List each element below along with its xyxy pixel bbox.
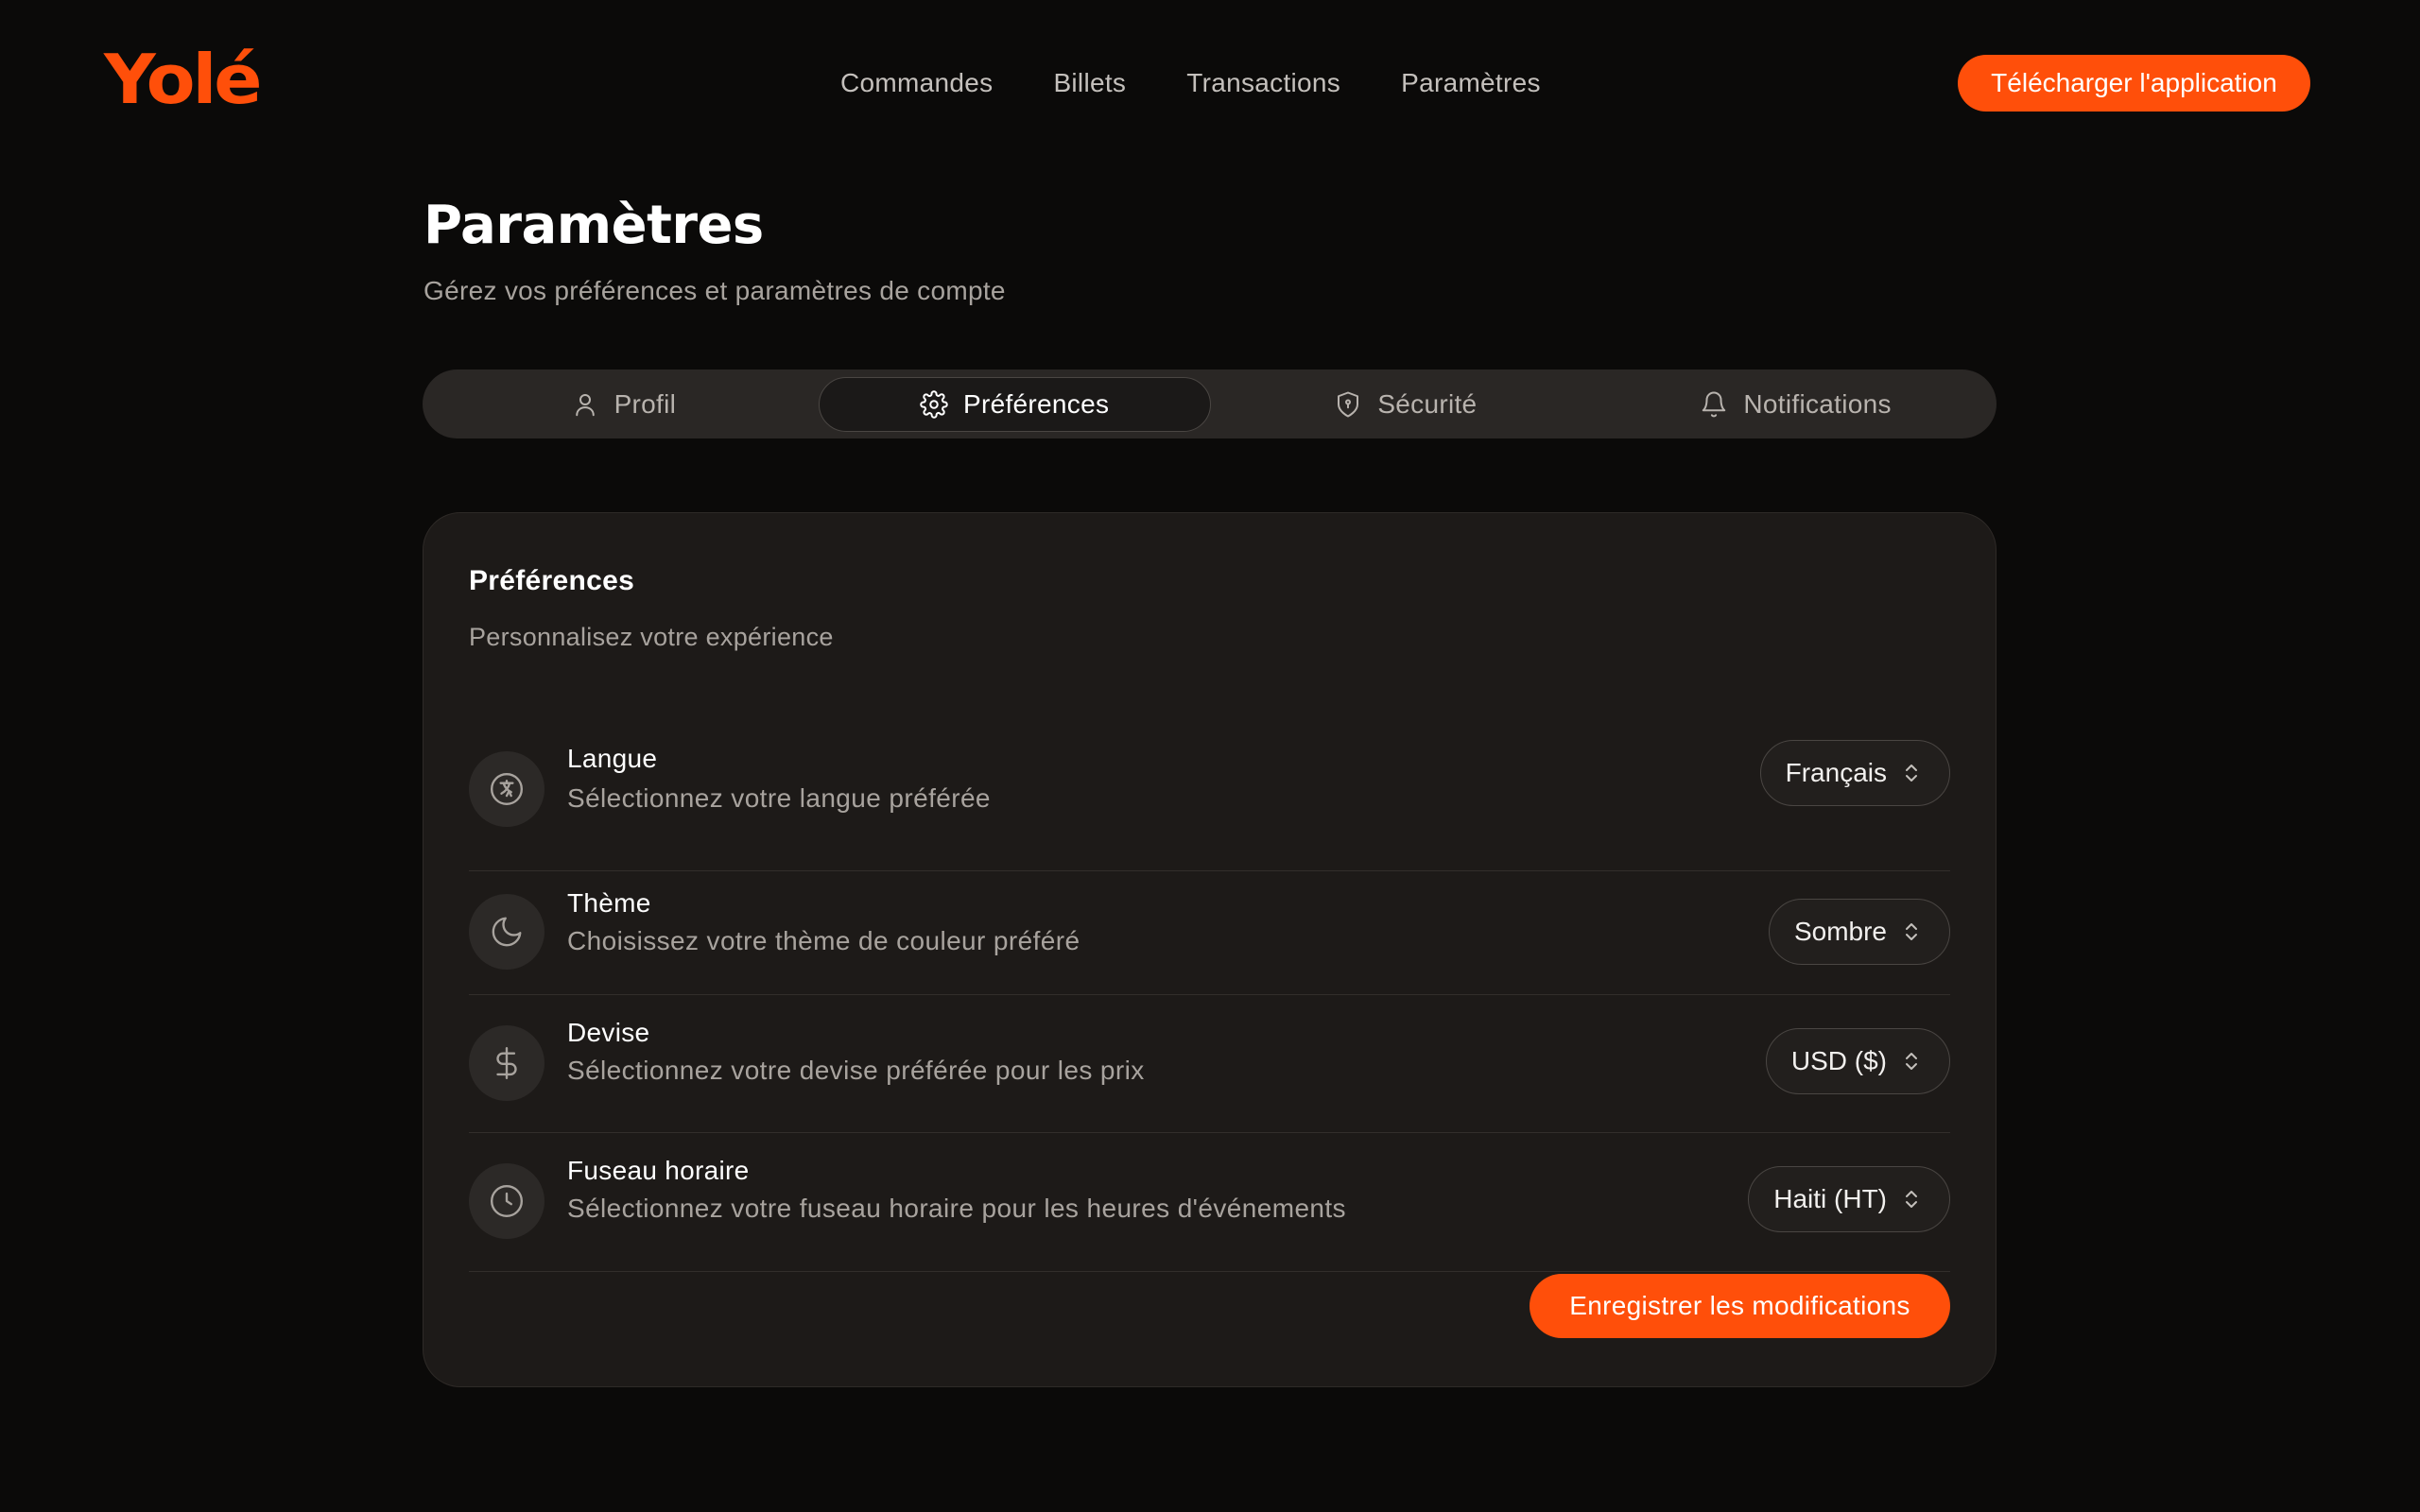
tab-profil[interactable]: Profil: [428, 377, 819, 432]
language-select[interactable]: Français: [1759, 740, 1950, 806]
preference-description: Sélectionnez votre fuseau horaire pour l…: [567, 1194, 1346, 1223]
select-value: Français: [1785, 758, 1887, 787]
timezone-select[interactable]: Haiti (HT): [1748, 1166, 1950, 1232]
preference-row-currency: Devise Sélectionnez votre devise préféré…: [469, 995, 1950, 1133]
language-icon: [490, 772, 524, 806]
nav-item-parametres[interactable]: Paramètres: [1401, 68, 1541, 98]
user-icon: [575, 393, 595, 416]
tab-notifications[interactable]: Notifications: [1600, 377, 1991, 432]
top-bar: Yolé Commandes Billets Transactions Para…: [0, 0, 2420, 166]
dollar-icon: [496, 1046, 517, 1080]
download-app-button[interactable]: Télécharger l'application: [1958, 55, 2310, 112]
preference-description: Choisissez votre thème de couleur préfér…: [567, 926, 1080, 955]
preferences-card: Préférences Personnalisez votre expérien…: [423, 512, 1996, 1387]
gear-icon: [920, 389, 948, 419]
clock-icon: [490, 1184, 524, 1218]
nav-item-commandes[interactable]: Commandes: [840, 68, 993, 98]
language-icon-wrap: [469, 751, 544, 827]
page-title: Paramètres: [424, 195, 764, 256]
settings-tabs: Profil Préférences Sécurité Notification…: [423, 369, 1996, 438]
preference-label: Devise: [567, 1018, 650, 1047]
dollar-icon-wrap: [469, 1025, 544, 1101]
tab-securite[interactable]: Sécurité: [1211, 377, 1601, 432]
preference-row-timezone: Fuseau horaire Sélectionnez votre fuseau…: [469, 1133, 1950, 1272]
preference-label: Fuseau horaire: [567, 1156, 750, 1185]
preference-label: Thème: [567, 888, 651, 918]
main-nav: Commandes Billets Transactions Paramètre…: [840, 62, 1541, 104]
tab-label: Préférences: [962, 388, 1110, 419]
card-title: Préférences: [469, 565, 635, 596]
nav-item-transactions[interactable]: Transactions: [1186, 68, 1340, 98]
tab-label: Notifications: [1743, 388, 1892, 419]
chevron-up-down-icon: [1906, 1191, 1917, 1208]
moon-icon-wrap: [469, 894, 544, 970]
save-changes-button[interactable]: Enregistrer les modifications: [1530, 1274, 1950, 1338]
preference-row-theme: Thème Choisissez votre thème de couleur …: [469, 871, 1950, 995]
clock-icon-wrap: [469, 1163, 544, 1239]
brand-logo[interactable]: Yolé: [104, 42, 262, 117]
chevron-up-down-icon: [1906, 1053, 1917, 1070]
nav-item-billets[interactable]: Billets: [1053, 68, 1126, 98]
card-subtitle: Personnalisez votre expérience: [469, 623, 834, 651]
chevron-up-down-icon: [1906, 765, 1917, 782]
tab-preferences[interactable]: Préférences: [818, 376, 1211, 432]
theme-select[interactable]: Sombre: [1768, 899, 1950, 965]
tab-label: Profil: [614, 388, 677, 419]
select-value: Haiti (HT): [1773, 1184, 1887, 1213]
chevron-up-down-icon: [1906, 923, 1917, 940]
select-value: USD ($): [1790, 1046, 1887, 1075]
shield-icon: [1338, 391, 1359, 417]
select-value: Sombre: [1793, 917, 1887, 946]
preference-description: Sélectionnez votre langue préférée: [567, 783, 991, 813]
bell-icon: [1703, 391, 1726, 417]
preference-label: Langue: [567, 744, 658, 773]
page-subtitle: Gérez vos préférences et paramètres de c…: [424, 276, 1006, 305]
preference-description: Sélectionnez votre devise préférée pour …: [567, 1056, 1145, 1085]
moon-icon: [492, 917, 522, 947]
preference-row-language: Langue Sélectionnez votre langue préféré…: [469, 732, 1950, 871]
tab-label: Sécurité: [1377, 388, 1478, 419]
currency-select[interactable]: USD ($): [1765, 1028, 1950, 1094]
